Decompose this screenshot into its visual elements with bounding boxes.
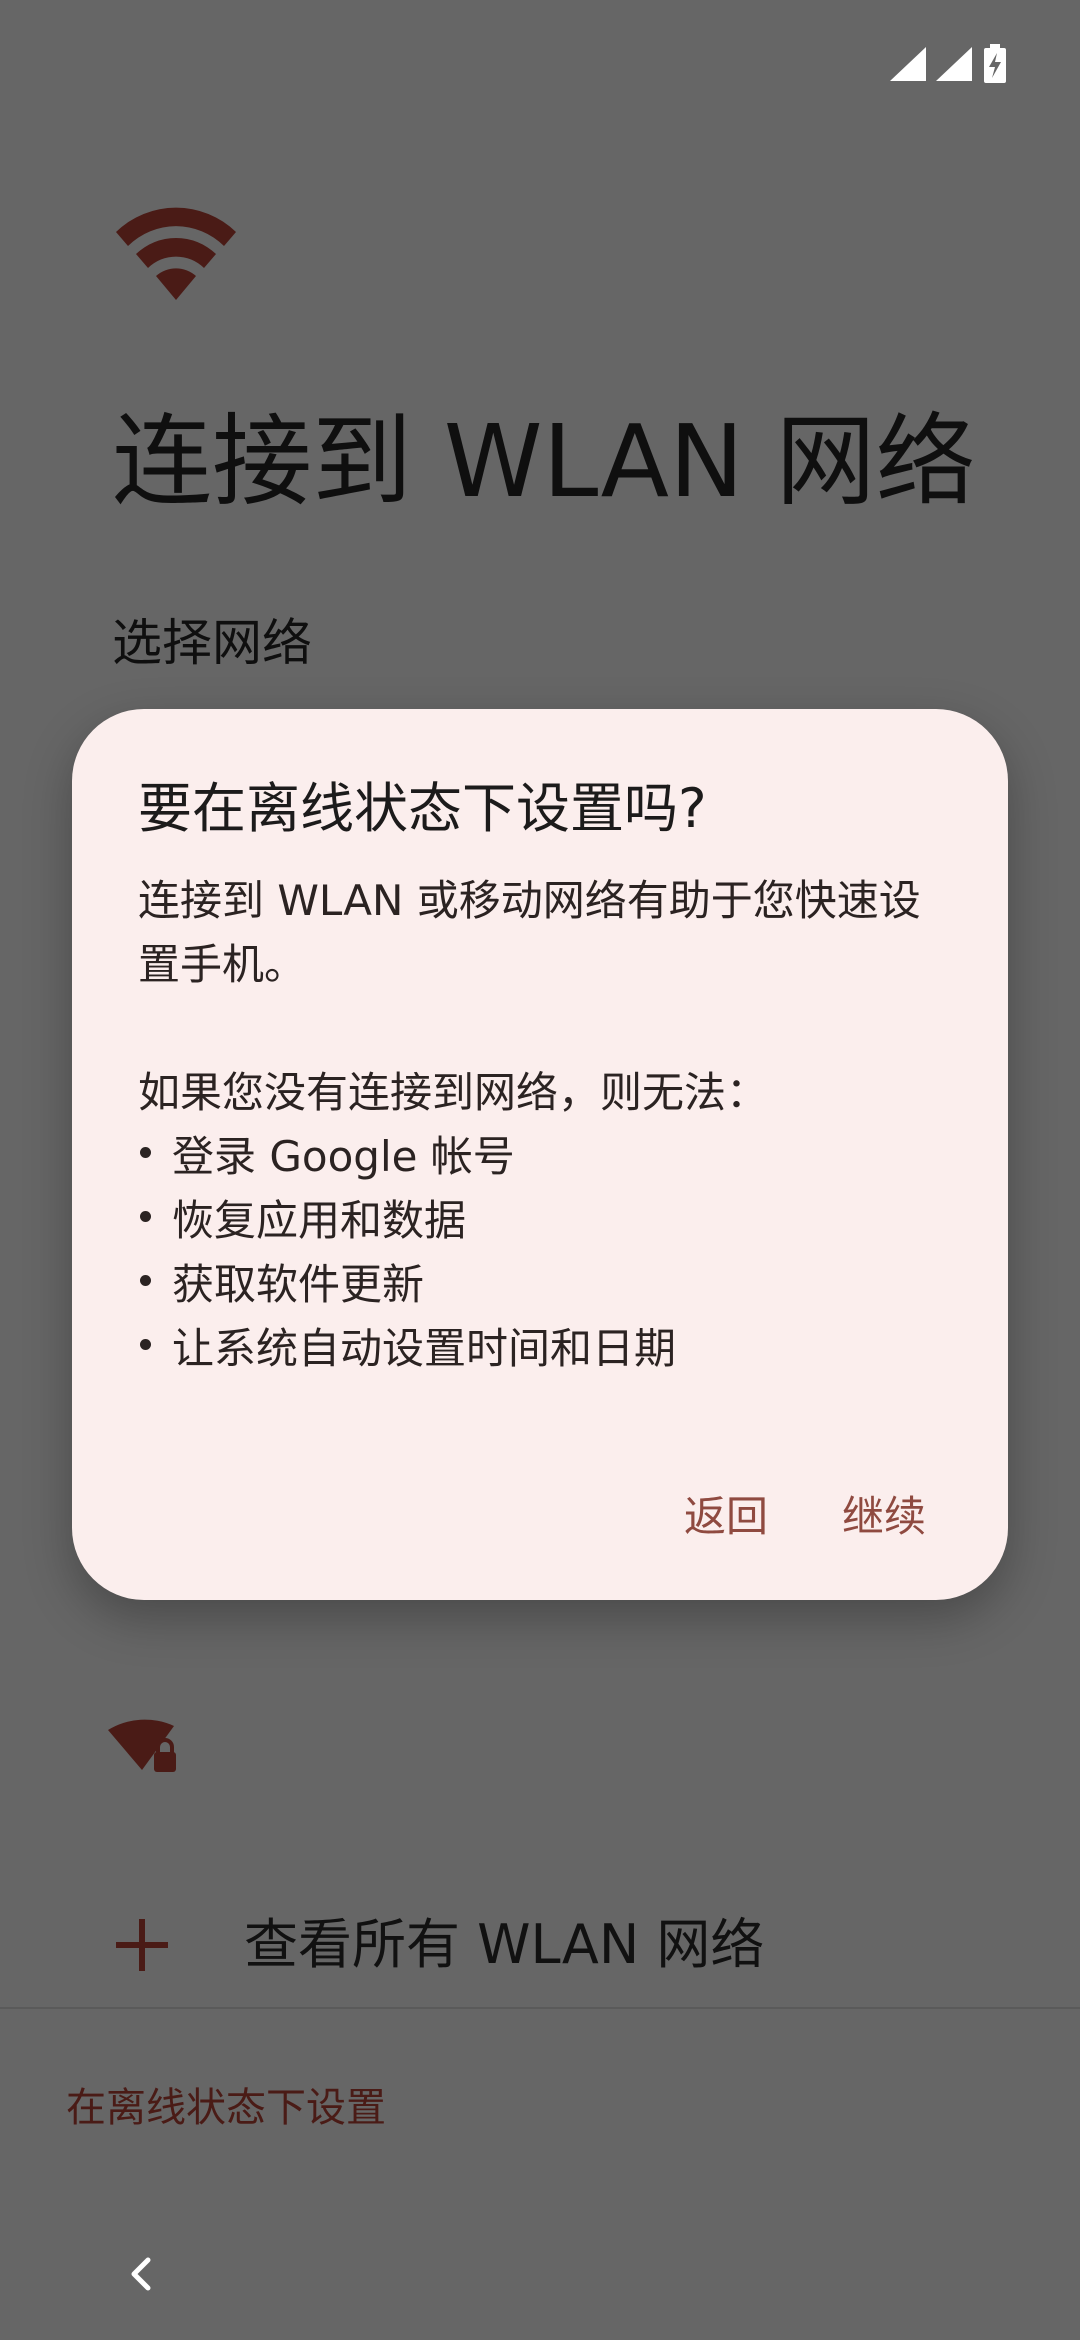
dialog-list-heading: 如果您没有连接到网络，则无法：	[138, 1068, 769, 1117]
list-item: 登录 Google 帐号	[138, 1125, 958, 1189]
network-list-item[interactable]	[108, 1716, 188, 1782]
dialog-actions: 返回 继续	[684, 1487, 926, 1547]
list-item: 获取软件更新	[138, 1253, 958, 1317]
section-label: 选择网络	[112, 614, 312, 672]
continue-button[interactable]: 继续	[842, 1487, 926, 1547]
cellular-signal-icon	[936, 47, 972, 81]
dialog-body: 连接到 WLAN 或移动网络有助于您快速设置手机。 如果您没有连接到网络，则无法…	[138, 869, 958, 1381]
cellular-signal-icon	[890, 47, 926, 81]
plus-icon	[112, 1915, 172, 1975]
wifi-icon	[116, 207, 236, 300]
list-item: 恢复应用和数据	[138, 1189, 958, 1253]
setup-offline-link[interactable]: 在离线状态下设置	[66, 2080, 386, 2136]
wifi-lock-icon	[108, 1719, 176, 1772]
dialog-intro: 连接到 WLAN 或移动网络有助于您快速设置手机。	[138, 876, 921, 989]
see-all-networks-label: 查看所有 WLAN 网络	[244, 1913, 765, 1976]
offline-setup-dialog: 要在离线状态下设置吗? 连接到 WLAN 或移动网络有助于您快速设置手机。 如果…	[72, 709, 1008, 1600]
list-item: 让系统自动设置时间和日期	[138, 1317, 958, 1381]
dialog-title: 要在离线状态下设置吗?	[138, 777, 707, 840]
back-button[interactable]: 返回	[684, 1487, 768, 1547]
divider	[0, 2007, 1080, 2009]
chevron-left-icon[interactable]	[114, 2246, 170, 2302]
page-title: 连接到 WLAN 网络	[112, 403, 976, 520]
consequence-list: 登录 Google 帐号 恢复应用和数据 获取软件更新 让系统自动设置时间和日期	[138, 1125, 958, 1381]
status-bar	[890, 40, 1008, 88]
battery-charging-icon	[984, 44, 1006, 83]
see-all-networks-button[interactable]: 查看所有 WLAN 网络	[112, 1890, 972, 2000]
